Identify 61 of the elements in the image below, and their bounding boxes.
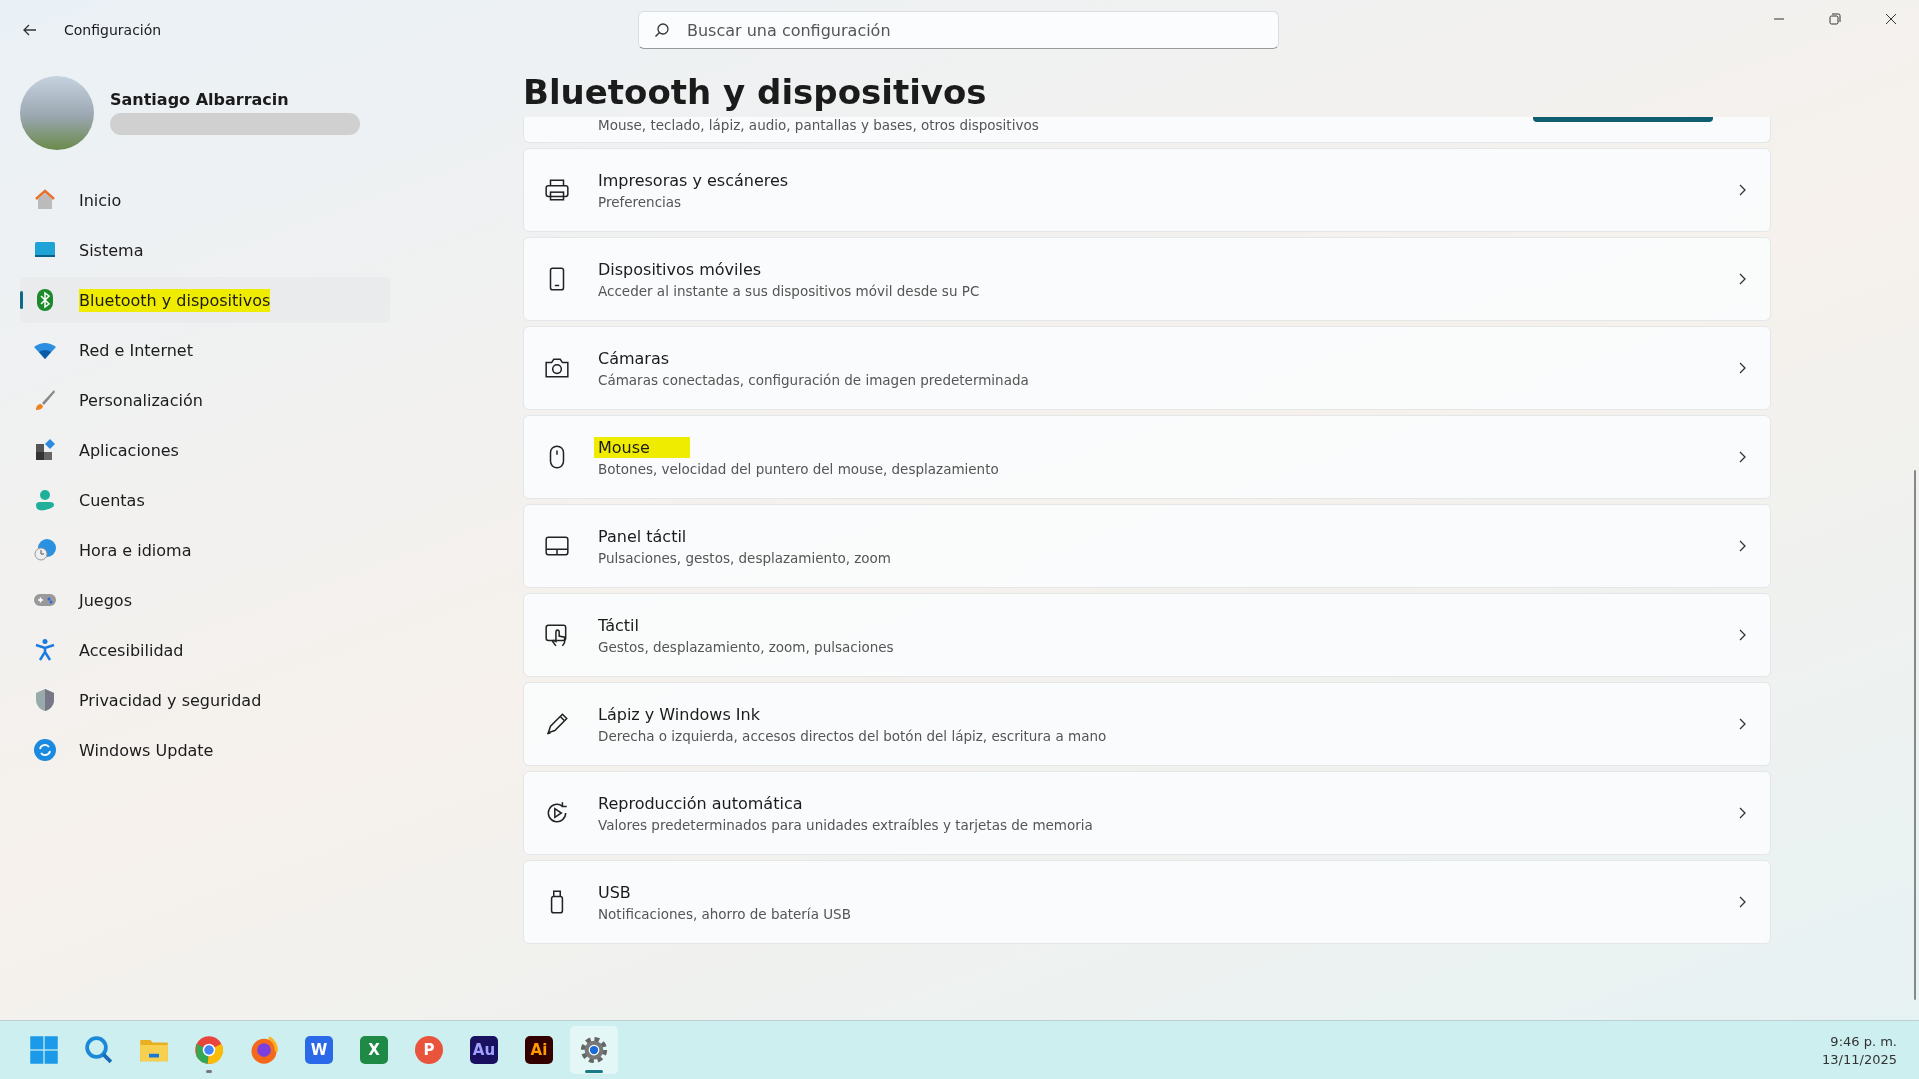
sidebar-item[interactable]: Red e Internet [20, 327, 390, 373]
sidebar-item[interactable]: Juegos [20, 577, 390, 623]
card-title: Impresoras y escáneres [597, 170, 790, 191]
sidebar-item[interactable]: Windows Update [20, 727, 390, 773]
shield-icon [33, 688, 57, 712]
card-subtitle: Acceder al instante a sus dispositivos móvil desde su PC [598, 283, 981, 299]
settings-card[interactable]: Panel táctil Pulsaciones, gestos, desplazamiento, zoom [523, 504, 1771, 588]
settings-card[interactable]: Impresoras y escáneres Preferencias [523, 148, 1771, 232]
sidebar-item[interactable]: Hora e idioma [20, 527, 390, 573]
card-title: USB [597, 882, 632, 903]
sidebar-item[interactable]: Bluetooth y dispositivos [20, 277, 390, 323]
search-field[interactable]: Buscar una configuración [638, 11, 1279, 49]
sidebar-item[interactable]: Accesibilidad [20, 627, 390, 673]
card-title: Panel táctil [597, 526, 688, 547]
card-title: Táctil [597, 615, 640, 636]
card-subtitle: Pulsaciones, gestos, desplazamiento, zoom [598, 550, 893, 566]
card-subtitle: Notificaciones, ahorro de batería USB [598, 906, 852, 922]
search-icon [654, 22, 670, 38]
sidebar-item[interactable]: Aplicaciones [20, 427, 390, 473]
brush-icon [33, 388, 57, 412]
card-subtitle: Valores predeterminados para unidades extraíbles y tarjetas de memoria [598, 817, 1094, 833]
settings-card[interactable]: Reproducción automática Valores predeterminados para unidades extraíbles y tarjetas de memoria [523, 771, 1771, 855]
settings-card[interactable]: USB Notificaciones, ahorro de batería USB [523, 860, 1771, 944]
settings-card[interactable]: Táctil Gestos, desplazamiento, zoom, pulsaciones [523, 593, 1771, 677]
printer-icon [544, 177, 570, 203]
card-title: Cámaras [597, 348, 671, 369]
card-subtitle: Botones, velocidad del puntero del mouse, desplazamiento [598, 461, 1000, 477]
settings-card[interactable]: Dispositivos móviles Acceder al instante a sus dispositivos móvil desde su PC [523, 237, 1771, 321]
access-icon [33, 638, 57, 662]
sidebar-item[interactable]: Privacidad y seguridad [20, 677, 390, 723]
scrollbar-thumb[interactable] [1914, 470, 1916, 1000]
person-icon [33, 488, 57, 512]
settings-card[interactable]: Mouse Botones, velocidad del puntero del mouse, desplazamiento [523, 415, 1771, 499]
card-title: Mouse [594, 437, 690, 458]
card-subtitle: Cámaras conectadas, configuración de imagen predeterminada [598, 372, 1030, 388]
update-icon [33, 738, 57, 762]
settings-taskbar-icon[interactable] [570, 1026, 618, 1074]
sidebar-item[interactable]: Sistema [20, 227, 390, 273]
card-subtitle: Gestos, desplazamiento, zoom, pulsaciones [598, 639, 895, 655]
pen-icon [544, 711, 570, 737]
taskbar-time: 9:46 p. m. [1830, 1033, 1897, 1049]
settings-card[interactable]: Mouse, teclado, lápiz, audio, pantallas y bases, otros dispositivos [523, 117, 1771, 143]
card-subtitle: Derecha o izquierda, accesos directos del botón del lápiz, escritura a mano [598, 728, 1108, 744]
card-title: Lápiz y Windows Ink [597, 704, 761, 725]
page-title: Bluetooth y dispositivos [523, 72, 988, 114]
apps-icon [33, 438, 57, 462]
sidebar-item[interactable]: Cuentas [20, 477, 390, 523]
sidebar-item[interactable]: Personalización [20, 377, 390, 423]
globe-icon [33, 538, 57, 562]
card-subtitle: Preferencias [598, 194, 683, 210]
sidebar-item[interactable]: Inicio [20, 177, 390, 223]
taskbar-date: 13/11/2025 [1822, 1051, 1897, 1067]
back-icon[interactable] [22, 22, 38, 38]
home-icon [33, 188, 57, 212]
window-title: Configuración [64, 22, 162, 38]
user-name: Santiago Albarracin [110, 90, 290, 109]
card-subtitle: Mouse, teclado, lápiz, audio, pantallas y bases, otros dispositivos [598, 117, 1039, 132]
card-title: Reproducción automática [597, 793, 804, 814]
settings-card[interactable]: Cámaras Cámaras conectadas, configuración de imagen predeterminada [523, 326, 1771, 410]
settings-card[interactable]: Lápiz y Windows Ink Derecha o izquierda, accesos directos del botón del lápiz, escritura a mano [523, 682, 1771, 766]
card-title: Dispositivos móviles [597, 259, 763, 280]
